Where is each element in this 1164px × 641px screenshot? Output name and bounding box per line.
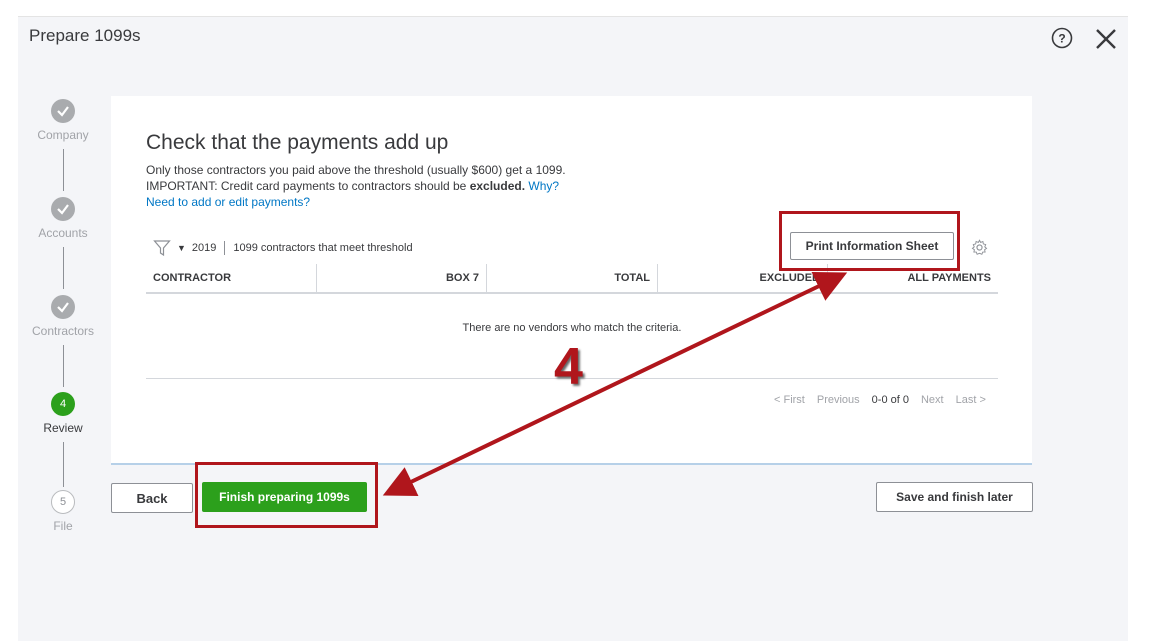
description: Only those contractors you paid above th… bbox=[146, 162, 566, 210]
column-header-box7[interactable]: BOX 7 bbox=[317, 264, 487, 292]
review-card: Check that the payments add up Only thos… bbox=[111, 96, 1032, 465]
filter-bar: ▼ 2019 1099 contractors that meet thresh… bbox=[153, 239, 413, 257]
excluded-text: excluded. bbox=[469, 179, 526, 193]
highlight-box-finish bbox=[195, 462, 378, 528]
filter-year[interactable]: 2019 bbox=[192, 242, 216, 254]
check-icon bbox=[51, 295, 75, 319]
stepper-label: File bbox=[53, 519, 73, 533]
highlight-box-print bbox=[779, 211, 960, 271]
prepare-1099s-dialog: Prepare 1099s ? Company Accounts Contrac… bbox=[18, 16, 1128, 641]
gear-icon[interactable] bbox=[971, 239, 988, 256]
stepper-label: Company bbox=[37, 128, 89, 142]
pager-previous[interactable]: Previous bbox=[817, 394, 860, 406]
stepper-step-company: Company bbox=[18, 99, 108, 142]
pagination: < First Previous 0-0 of 0 Next Last > bbox=[774, 394, 998, 406]
empty-table-message: There are no vendors who match the crite… bbox=[462, 322, 682, 334]
divider bbox=[224, 241, 226, 255]
pager-last[interactable]: Last > bbox=[956, 394, 986, 406]
svg-text:?: ? bbox=[1058, 32, 1065, 46]
why-link[interactable]: Why? bbox=[528, 179, 559, 193]
page-title: Prepare 1099s bbox=[29, 26, 141, 45]
filter-description: 1099 contractors that meet threshold bbox=[233, 242, 413, 254]
stepper-step-contractors: Contractors bbox=[18, 295, 108, 338]
save-and-finish-later-button[interactable]: Save and finish later bbox=[876, 482, 1033, 512]
stepper-label: Review bbox=[43, 421, 83, 435]
pager-first[interactable]: < First bbox=[774, 394, 805, 406]
help-icon[interactable]: ? bbox=[1051, 27, 1073, 49]
filter-icon[interactable] bbox=[153, 239, 171, 257]
credit-card-note: IMPORTANT: Credit card payments to contr… bbox=[146, 178, 566, 194]
stepper-step-accounts: Accounts bbox=[18, 197, 108, 240]
credit-card-note-text: IMPORTANT: Credit card payments to contr… bbox=[146, 179, 470, 193]
edit-payments-link[interactable]: Need to add or edit payments? bbox=[146, 194, 566, 210]
chevron-down-icon[interactable]: ▼ bbox=[177, 243, 186, 253]
stepper-connector bbox=[63, 149, 64, 191]
check-icon bbox=[51, 99, 75, 123]
pager-count: 0-0 of 0 bbox=[871, 394, 909, 406]
back-button[interactable]: Back bbox=[111, 483, 193, 513]
close-icon[interactable] bbox=[1094, 27, 1118, 51]
stepper-step-file: 5 File bbox=[18, 490, 108, 533]
stepper-label: Accounts bbox=[38, 226, 88, 240]
column-header-contractor[interactable]: CONTRACTOR bbox=[146, 264, 317, 292]
step-number-badge: 4 bbox=[51, 392, 75, 416]
check-icon bbox=[51, 197, 75, 221]
stepper-connector bbox=[63, 442, 64, 487]
stepper-connector bbox=[63, 345, 64, 387]
annotation-step-number: 4 bbox=[554, 338, 583, 396]
stepper-connector bbox=[63, 247, 64, 289]
column-header-total[interactable]: TOTAL bbox=[487, 264, 658, 292]
step-number-badge: 5 bbox=[51, 490, 75, 514]
stepper-step-review: 4 Review bbox=[18, 392, 108, 435]
stepper-label: Contractors bbox=[31, 324, 95, 338]
threshold-note: Only those contractors you paid above th… bbox=[146, 163, 566, 177]
section-heading: Check that the payments add up bbox=[146, 131, 449, 154]
pager-next[interactable]: Next bbox=[921, 394, 944, 406]
